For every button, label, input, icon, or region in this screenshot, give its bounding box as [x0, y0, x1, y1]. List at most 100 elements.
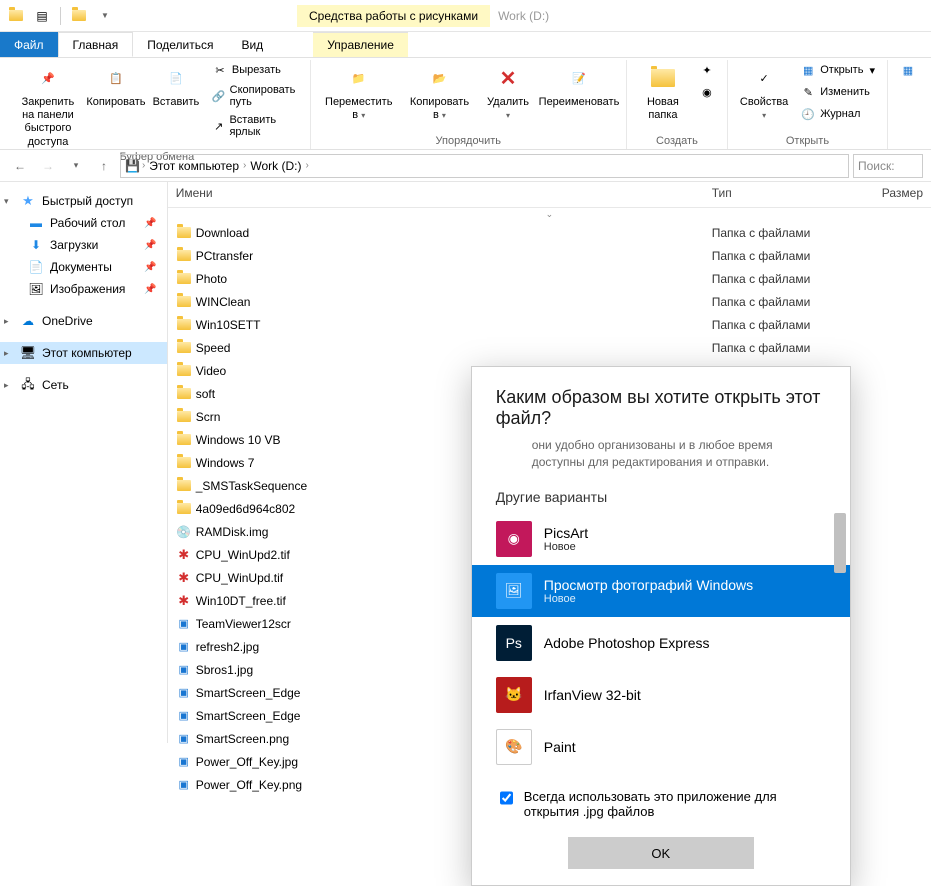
tab-manage[interactable]: Управление: [313, 32, 408, 57]
move-icon: 📁: [343, 62, 375, 94]
file-name: SmartScreen_Edge: [196, 709, 301, 723]
header-name[interactable]: Имени: [168, 182, 704, 207]
app-icon: 🖼: [496, 573, 532, 609]
tab-share[interactable]: Поделиться: [133, 32, 227, 57]
breadcrumb[interactable]: Work (D:): [248, 159, 303, 173]
quick-access-toolbar: ▤ ▼: [4, 4, 117, 28]
nav-documents[interactable]: 📄Документы📌: [0, 256, 167, 278]
tab-view[interactable]: Вид: [227, 32, 277, 57]
tif-icon: ✱: [176, 593, 192, 609]
app-item[interactable]: PsAdobe Photoshop Express: [472, 617, 850, 669]
jpg-icon: ▣: [176, 616, 192, 632]
copy-icon: 📋: [100, 62, 132, 94]
paste-button[interactable]: 📄 Вставить: [148, 60, 204, 111]
easy-access-button[interactable]: ◉: [695, 82, 719, 102]
forward-button[interactable]: →: [36, 154, 60, 178]
edit-button[interactable]: ✎Изменить: [796, 82, 879, 102]
explorer-icon[interactable]: [4, 4, 28, 28]
delete-button[interactable]: ✕Удалить ▾: [480, 60, 536, 124]
folder-icon: [176, 225, 192, 241]
header-type[interactable]: Тип: [704, 182, 874, 207]
column-toggle-icon[interactable]: ⌄: [168, 208, 931, 221]
app-sub: Новое: [544, 593, 753, 605]
file-type: Папка с файлами: [704, 318, 811, 332]
file-row[interactable]: WINCleanПапка с файлами: [168, 290, 931, 313]
ok-button[interactable]: OK: [568, 837, 754, 869]
new-folder-qat-icon[interactable]: [67, 4, 91, 28]
file-row[interactable]: PhotoПапка с файлами: [168, 267, 931, 290]
folder-icon: [176, 248, 192, 264]
pin-button[interactable]: 📌 Закрепить на панели быстрого доступа: [12, 60, 84, 151]
qat-dropdown-icon[interactable]: ▼: [93, 4, 117, 28]
nav-onedrive[interactable]: ▸☁OneDrive: [0, 310, 167, 332]
properties-qat-icon[interactable]: ▤: [30, 4, 54, 28]
nav-quick-access[interactable]: ▾★Быстрый доступ: [0, 190, 167, 212]
properties-button[interactable]: ✓Свойства ▾: [736, 60, 792, 124]
copy-path-button[interactable]: 🔗Скопировать путь: [208, 82, 302, 110]
folder-icon: [176, 294, 192, 310]
app-icon: ◉: [496, 521, 532, 557]
file-type: Папка с файлами: [704, 272, 811, 286]
star-icon: ★: [20, 193, 36, 209]
back-button[interactable]: ←: [8, 154, 32, 178]
history-icon: 🕘: [800, 106, 816, 122]
file-name: CPU_WinUpd.tif: [196, 571, 283, 585]
tab-home[interactable]: Главная: [58, 32, 134, 57]
folder-icon: [176, 317, 192, 333]
folder-icon: [176, 363, 192, 379]
ribbon-group-new: Новая папка ✦ ◉ Создать: [635, 60, 728, 149]
nav-downloads[interactable]: ⬇Загрузки📌: [0, 234, 167, 256]
pin-icon: 📌: [144, 218, 156, 229]
address-box[interactable]: 💾 › Этот компьютер › Work (D:) ›: [120, 154, 849, 178]
nav-network[interactable]: ▸🖧Сеть: [0, 374, 167, 396]
file-row[interactable]: DownloadПапка с файлами: [168, 221, 931, 244]
file-type: Папка с файлами: [704, 249, 811, 263]
nav-this-pc[interactable]: ▸🖥Этот компьютер: [0, 342, 167, 364]
app-item[interactable]: 🐱IrfanView 32-bit: [472, 669, 850, 721]
dialog-scrollbar[interactable]: [834, 513, 848, 777]
rename-button[interactable]: 📝Переименовать: [540, 60, 618, 111]
new-folder-button[interactable]: Новая папка: [635, 60, 691, 124]
folder-icon: [176, 501, 192, 517]
main-area: ▾★Быстрый доступ ▬Рабочий стол📌 ⬇Загрузк…: [0, 182, 931, 743]
move-to-button[interactable]: 📁Переместить в ▾: [319, 60, 399, 124]
history-button[interactable]: 🕘Журнал: [796, 104, 879, 124]
open-button[interactable]: ▦Открыть▾: [796, 60, 879, 80]
delete-icon: ✕: [492, 62, 524, 94]
search-input[interactable]: Поиск:: [853, 154, 923, 178]
file-row[interactable]: SpeedПапка с файлами: [168, 336, 931, 359]
app-item[interactable]: 🖼 Просмотр фотографий WindowsНовое: [472, 565, 850, 617]
folder-icon: [176, 271, 192, 287]
nav-pictures[interactable]: 🖼Изображения📌: [0, 278, 167, 300]
easy-access-icon: ◉: [699, 84, 715, 100]
folder-icon: [176, 455, 192, 471]
app-icon: Ps: [496, 625, 532, 661]
file-row[interactable]: PCtransferПапка с файлами: [168, 244, 931, 267]
file-name: Download: [196, 226, 249, 240]
select-all-button[interactable]: ▦: [896, 60, 920, 80]
jpg-icon: ▣: [176, 754, 192, 770]
always-use-checkbox-row[interactable]: Всегда использовать это приложение для о…: [472, 777, 850, 831]
app-list: ◉PicsArtНовое 🖼 Просмотр фотографий Window…: [472, 513, 850, 777]
breadcrumb[interactable]: Этот компьютер: [147, 159, 241, 173]
tab-file[interactable]: Файл: [0, 32, 58, 57]
new-item-button[interactable]: ✦: [695, 60, 719, 80]
folder-icon: [176, 432, 192, 448]
file-name: Video: [196, 364, 226, 378]
folder-icon: [176, 478, 192, 494]
copy-button[interactable]: 📋 Копировать: [88, 60, 144, 111]
paste-shortcut-button[interactable]: ↗Вставить ярлык: [208, 112, 302, 140]
app-item[interactable]: ◉PicsArtНовое: [472, 513, 850, 565]
file-row[interactable]: Win10SETTПапка с файлами: [168, 313, 931, 336]
recent-button[interactable]: ▾: [64, 154, 88, 178]
window-title: Work (D:): [498, 9, 549, 23]
app-name: Просмотр фотографий Windows: [544, 577, 753, 593]
copy-to-button[interactable]: 📂Копировать в ▾: [403, 60, 476, 124]
nav-desktop[interactable]: ▬Рабочий стол📌: [0, 212, 167, 234]
open-icon: ▦: [800, 62, 816, 78]
file-name: Win10DT_free.tif: [196, 594, 286, 608]
cut-button[interactable]: ✂Вырезать: [208, 60, 302, 80]
up-button[interactable]: ↑: [92, 154, 116, 178]
always-use-checkbox[interactable]: [500, 790, 513, 806]
header-size[interactable]: Размер: [874, 182, 931, 207]
